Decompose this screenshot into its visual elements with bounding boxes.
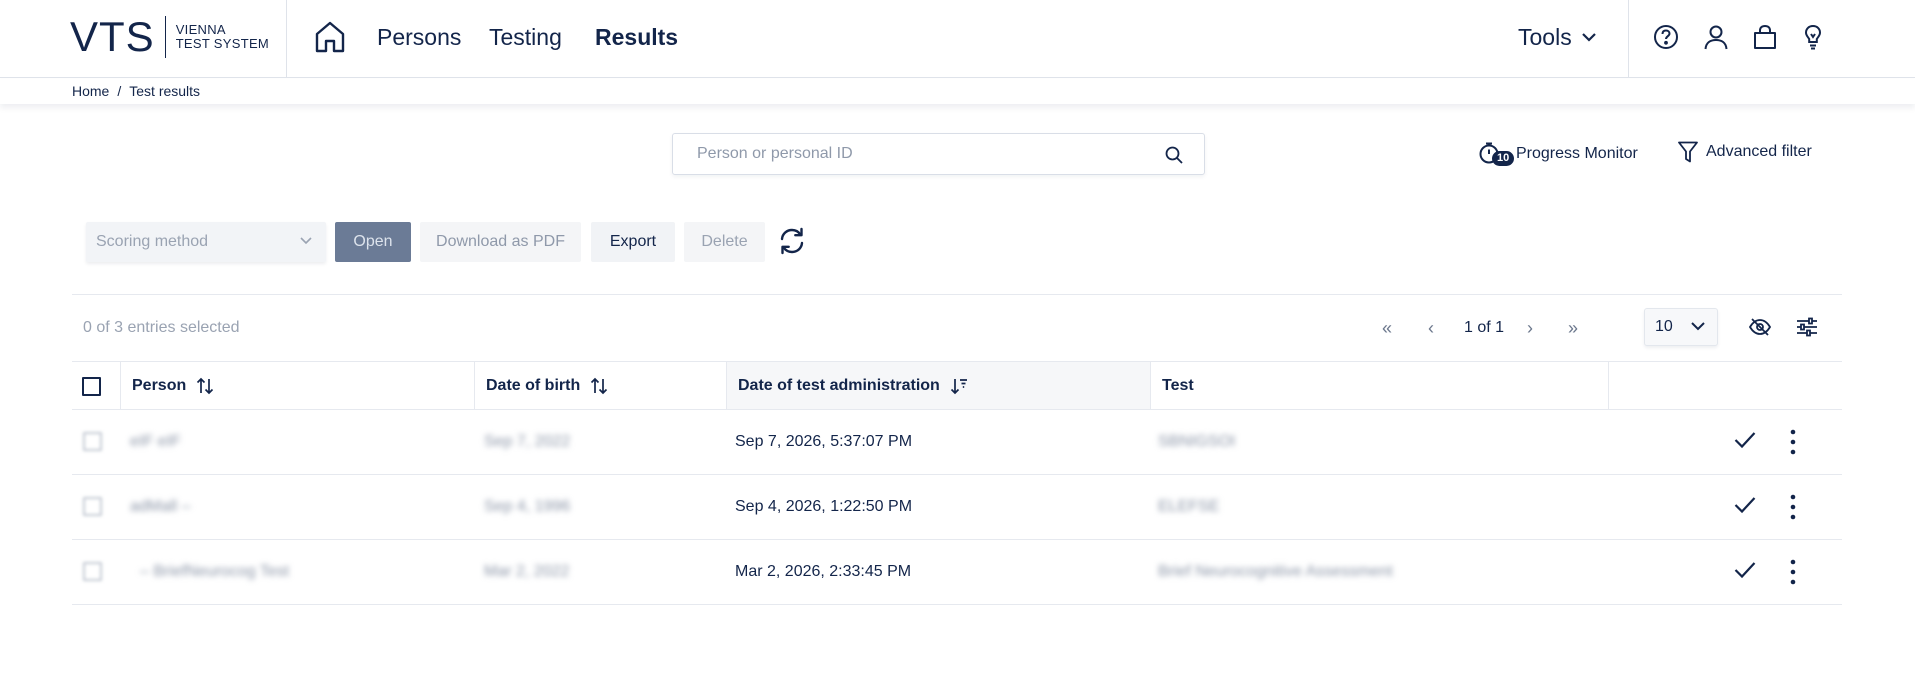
- cell-date-administration: Mar 2, 2026, 2:33:45 PM: [735, 563, 912, 580]
- cell-date-administration: Sep 4, 2026, 1:22:50 PM: [735, 498, 913, 515]
- selected-count: 0 of 3 entries selected: [83, 319, 240, 336]
- checkmark-icon: [1734, 497, 1756, 514]
- table-row[interactable]: eIF eIF Sep 7, 2022 Sep 7, 2026, 5:37:07…: [72, 410, 1842, 475]
- column-header-test-label: Test: [1162, 376, 1194, 394]
- shopping-bag-icon[interactable]: [1752, 24, 1778, 50]
- more-options-icon[interactable]: [1788, 429, 1798, 455]
- next-page-button[interactable]: ›: [1527, 318, 1533, 338]
- first-page-button[interactable]: «: [1382, 318, 1392, 338]
- open-button[interactable]: Open: [335, 222, 411, 262]
- eye-off-icon[interactable]: [1748, 316, 1772, 338]
- column-header-person[interactable]: Person: [120, 362, 474, 409]
- column-header-date-administration-label: Date of test administration: [738, 376, 940, 394]
- cell-dob: Sep 7, 2022: [484, 433, 571, 450]
- sort-icon[interactable]: [196, 377, 214, 395]
- logo-line-1: VIENNA: [175, 22, 226, 37]
- page-size-value: 10: [1655, 318, 1673, 335]
- lightbulb-icon[interactable]: [1800, 24, 1826, 50]
- sort-descending-icon[interactable]: [950, 377, 968, 395]
- top-navigation-bar: VTS VIENNA TEST SYSTEM Persons Testing R…: [0, 0, 1915, 78]
- breadcrumb-bar: Home / Test results: [0, 79, 1915, 104]
- cell-test: ELEFSE: [1158, 498, 1220, 515]
- advanced-filter-button[interactable]: Advanced filter: [1678, 141, 1812, 163]
- download-pdf-button[interactable]: Download as PDF: [420, 222, 581, 262]
- delete-button[interactable]: Delete: [684, 222, 765, 262]
- cell-person: adMall –: [130, 498, 191, 515]
- progress-monitor-badge: 10: [1492, 151, 1515, 166]
- page-indicator: 1 of 1: [1464, 319, 1505, 336]
- more-options-icon[interactable]: [1788, 559, 1798, 585]
- last-page-button[interactable]: »: [1568, 318, 1578, 338]
- help-icon[interactable]: [1653, 24, 1679, 50]
- search-box: [672, 133, 1205, 175]
- column-header-dob-label: Date of birth: [486, 376, 581, 394]
- cell-dob: Sep 4, 1996: [484, 498, 571, 515]
- user-icon[interactable]: [1703, 24, 1729, 50]
- chevron-down-icon: [1691, 322, 1705, 331]
- checkmark-icon: [1734, 432, 1756, 449]
- column-settings-icon[interactable]: [1795, 316, 1819, 338]
- column-header-person-label: Person: [132, 376, 187, 394]
- column-header-test[interactable]: Test: [1150, 362, 1608, 409]
- column-header-date-administration[interactable]: Date of test administration: [726, 362, 1150, 409]
- filter-icon: [1678, 141, 1698, 163]
- sort-icon[interactable]: [590, 377, 608, 395]
- row-checkbox[interactable]: [83, 497, 102, 516]
- column-header-dob[interactable]: Date of birth: [474, 362, 726, 409]
- nav-divider: [286, 0, 287, 78]
- export-button[interactable]: Export: [591, 222, 675, 262]
- chevron-down-icon: [300, 237, 312, 245]
- progress-monitor-button[interactable]: 10 Progress Monitor: [1478, 141, 1638, 167]
- refresh-icon[interactable]: [778, 226, 806, 256]
- tools-label: Tools: [1518, 24, 1572, 50]
- chevron-down-icon: [1581, 33, 1596, 42]
- page-size-select[interactable]: 10: [1644, 308, 1718, 346]
- breadcrumb-current: Test results: [129, 83, 201, 99]
- cell-test: Brief Neurocognitive Assessment: [1158, 563, 1393, 580]
- breadcrumb-separator: /: [117, 83, 122, 99]
- table-row[interactable]: – BriefNeurocog Test Mar 2, 2022 Mar 2, …: [72, 540, 1842, 605]
- breadcrumb: Home / Test results: [72, 83, 200, 99]
- nav-testing[interactable]: Testing: [489, 24, 562, 51]
- more-options-icon[interactable]: [1788, 494, 1798, 520]
- logo-divider: [164, 16, 166, 58]
- scoring-method-select[interactable]: Scoring method: [86, 222, 326, 262]
- breadcrumb-home[interactable]: Home: [72, 83, 109, 99]
- cell-test: SBNIGSOI: [1158, 433, 1236, 450]
- logo-line-2: TEST SYSTEM: [175, 36, 270, 51]
- cell-person: eIF eIF: [130, 433, 181, 450]
- nav-results[interactable]: Results: [595, 24, 678, 51]
- nav-divider-right: [1628, 0, 1629, 78]
- row-checkbox[interactable]: [83, 562, 102, 581]
- checkmark-icon: [1734, 562, 1756, 579]
- stopwatch-icon: 10: [1478, 141, 1516, 167]
- advanced-filter-label: Advanced filter: [1706, 143, 1812, 160]
- table-header: Person Date of birth Date of test admini…: [72, 361, 1842, 410]
- progress-monitor-label: Progress Monitor: [1516, 145, 1638, 162]
- section-divider: [72, 294, 1842, 295]
- logo-mark: VTS: [70, 13, 155, 60]
- logo-subtitle: VIENNA TEST SYSTEM: [176, 23, 269, 51]
- search-input[interactable]: [697, 134, 1157, 174]
- select-all-checkbox[interactable]: [82, 377, 101, 396]
- home-icon[interactable]: [314, 20, 346, 54]
- cell-date-administration: Sep 7, 2026, 5:37:07 PM: [735, 433, 913, 450]
- column-header-actions: [1608, 362, 1842, 409]
- previous-page-button[interactable]: ‹: [1428, 318, 1434, 338]
- scoring-method-placeholder: Scoring method: [96, 233, 209, 250]
- table-row[interactable]: adMall – Sep 4, 1996 Sep 4, 2026, 1:22:5…: [72, 475, 1842, 540]
- row-checkbox[interactable]: [83, 432, 102, 451]
- search-icon[interactable]: [1164, 145, 1184, 165]
- vts-logo[interactable]: VTS VIENNA TEST SYSTEM: [70, 16, 269, 58]
- cell-person: – BriefNeurocog Test: [140, 563, 290, 580]
- cell-dob: Mar 2, 2022: [484, 563, 570, 580]
- tools-menu[interactable]: Tools: [1518, 24, 1596, 51]
- nav-persons[interactable]: Persons: [377, 24, 461, 51]
